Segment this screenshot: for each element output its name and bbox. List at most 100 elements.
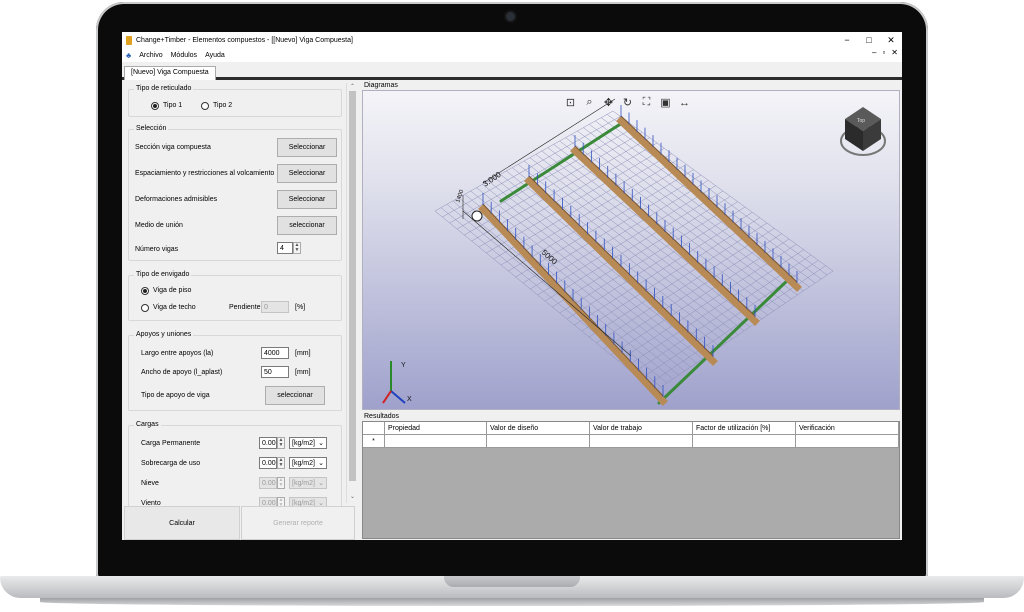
- mdi-child-icon[interactable]: ♣: [126, 51, 131, 60]
- table-cell[interactable]: [693, 435, 796, 448]
- table-cell[interactable]: [590, 435, 693, 448]
- largo-unit: [mm]: [295, 350, 311, 357]
- window-title: Change+Timber - Elementos compuestos - […: [136, 36, 353, 44]
- table-cell[interactable]: [487, 435, 590, 448]
- row-header-corner: [363, 422, 385, 435]
- view-cube[interactable]: Top: [840, 107, 886, 156]
- radio-tipo2-label: Tipo 2: [213, 102, 233, 109]
- pendiente-input[interactable]: 0: [261, 301, 289, 313]
- radio-tipo2[interactable]: [201, 102, 209, 110]
- scrollbar-thumb[interactable]: [349, 91, 356, 481]
- group-tipo-envigado: Tipo de envigado Viga de piso Viga de te…: [128, 271, 342, 321]
- table-row[interactable]: *: [363, 435, 899, 448]
- calcular-button[interactable]: Calcular: [124, 506, 240, 540]
- input-panel: Tipo de reticulado Tipo 1 Tipo 2 Selecci…: [124, 83, 357, 540]
- seleccion-label-seccion: Sección viga compuesta: [135, 144, 211, 151]
- sobrecarga-unit-select[interactable]: [kg/m2] ⌄: [289, 457, 327, 469]
- nieve-unit-select[interactable]: [kg/m2] ⌄: [289, 477, 327, 489]
- dim-span-label: 5000: [540, 248, 560, 267]
- laptop-notch: [444, 576, 580, 587]
- diagramas-label: Diagramas: [364, 82, 398, 89]
- minimize-icon[interactable]: −: [836, 32, 858, 48]
- maximize-icon[interactable]: □: [858, 32, 880, 48]
- chevron-down-icon: ⌄: [318, 460, 324, 467]
- close-icon[interactable]: ✕: [880, 32, 902, 48]
- beam: [524, 176, 718, 366]
- resultados-label: Resultados: [364, 413, 400, 420]
- carga-permanente-unit-select[interactable]: [kg/m2] ⌄: [289, 437, 327, 449]
- numero-vigas-spinner[interactable]: ▲ ▼: [293, 242, 301, 254]
- seleccionar-espaciamiento-button[interactable]: Seleccionar: [277, 164, 337, 183]
- radio-viga-piso-label: Viga de piso: [153, 287, 192, 294]
- numero-vigas-label: Número vigas: [135, 246, 179, 253]
- radio-viga-techo[interactable]: [141, 304, 149, 312]
- diagram-viewport[interactable]: ⊡ ⌕ ✥ ↻ ⛶ ▣ ↔ 3.000 5000 1400 Y X Top: [362, 90, 900, 410]
- seleccion-label-deformaciones: Deformaciones admisibles: [135, 196, 218, 203]
- dim-small-label: 1400: [455, 188, 465, 203]
- table-cell[interactable]: [385, 435, 487, 448]
- group-title: Tipo de reticulado: [134, 85, 194, 92]
- mdi-restore-icon[interactable]: ▫: [882, 48, 885, 57]
- group-title: Tipo de envigado: [134, 271, 192, 278]
- col-valor-diseno[interactable]: Valor de diseño: [487, 422, 590, 435]
- grid-line: [600, 117, 822, 280]
- menu-bar: ♣ Archivo Módulos Ayuda – ▫ ✕: [122, 48, 902, 62]
- axis-x-label: X: [407, 396, 412, 403]
- ancho-label: Ancho de apoyo (l_aplast): [141, 369, 223, 376]
- nieve-input[interactable]: 0.00: [259, 477, 277, 489]
- beam: [478, 204, 668, 406]
- view-cube-label: Top: [857, 118, 865, 124]
- ancho-input[interactable]: 50: [261, 366, 289, 378]
- new-row-marker: *: [363, 435, 385, 448]
- results-grid: Propiedad Valor de diseño Valor de traba…: [362, 421, 900, 539]
- mdi-minimize-icon[interactable]: –: [872, 48, 876, 57]
- largo-label: Largo entre apoyos (la): [141, 350, 214, 357]
- menu-ayuda[interactable]: Ayuda: [205, 52, 225, 59]
- seleccionar-deformaciones-button[interactable]: Seleccionar: [277, 190, 337, 209]
- group-apoyos: Apoyos y uniones Largo entre apoyos (la)…: [128, 331, 342, 411]
- sobrecarga-spinner[interactable]: ▲ ▼: [277, 457, 285, 469]
- col-valor-trabajo[interactable]: Valor de trabajo: [590, 422, 693, 435]
- laptop-foot: [40, 598, 984, 606]
- seleccionar-seccion-button[interactable]: Seleccionar: [277, 138, 337, 157]
- group-title: Apoyos y uniones: [134, 331, 194, 338]
- menu-archivo[interactable]: Archivo: [139, 52, 162, 59]
- tab-viga-compuesta[interactable]: [Nuevo] Viga Compuesta: [124, 66, 216, 80]
- group-cargas: Cargas Carga Permanente 0.00 ▲ ▼ [kg/m2] ⌄…: [128, 421, 342, 509]
- mdi-close-icon[interactable]: ✕: [891, 48, 898, 57]
- col-verificacion[interactable]: Verificación: [796, 422, 899, 435]
- col-factor-utilizacion[interactable]: Factor de utilización [%]: [693, 422, 796, 435]
- ancho-unit: [mm]: [295, 369, 311, 376]
- pendiente-unit: [%]: [295, 304, 306, 311]
- group-seleccion: Selección Sección viga compuesta Selecci…: [128, 125, 342, 261]
- generar-reporte-button[interactable]: Generar reporte: [241, 506, 355, 540]
- axis-x-line: [390, 390, 406, 404]
- beam: [570, 146, 760, 326]
- nieve-unit: [kg/m2]: [292, 479, 315, 487]
- group-tipo-reticulado: Tipo de reticulado Tipo 1 Tipo 2: [128, 85, 342, 117]
- results-header: Propiedad Valor de diseño Valor de traba…: [363, 422, 899, 435]
- numero-vigas-input[interactable]: 4: [277, 242, 293, 254]
- chevron-up-icon[interactable]: ⌃: [348, 83, 357, 91]
- menu-modulos[interactable]: Módulos: [171, 52, 197, 59]
- largo-input[interactable]: 4000: [261, 347, 289, 359]
- app-window: Change+Timber - Elementos compuestos - […: [122, 32, 902, 540]
- pendiente-label: Pendiente: [229, 304, 261, 311]
- nieve-label: Nieve: [141, 480, 159, 487]
- group-title: Selección: [134, 125, 169, 132]
- chevron-down-icon[interactable]: ⌄: [348, 493, 357, 501]
- nieve-spinner[interactable]: ▲ ▼: [277, 477, 285, 489]
- seleccionar-tipo-apoyo-button[interactable]: seleccionar: [265, 386, 325, 405]
- axis-z-line: [382, 390, 392, 404]
- panel-scrollbar[interactable]: ⌃ ⌄: [346, 83, 357, 503]
- col-propiedad[interactable]: Propiedad: [385, 422, 487, 435]
- table-cell[interactable]: [796, 435, 899, 448]
- seleccion-label-medio-union: Medio de unión: [135, 222, 183, 229]
- radio-viga-piso[interactable]: [141, 287, 149, 295]
- seleccionar-medio-union-button[interactable]: seleccionar: [277, 216, 337, 235]
- carga-permanente-spinner[interactable]: ▲ ▼: [277, 437, 285, 449]
- sobrecarga-input[interactable]: 0.00: [259, 457, 277, 469]
- radio-viga-techo-label: Viga de techo: [153, 304, 196, 311]
- carga-permanente-input[interactable]: 0.00: [259, 437, 277, 449]
- radio-tipo1[interactable]: [151, 102, 159, 110]
